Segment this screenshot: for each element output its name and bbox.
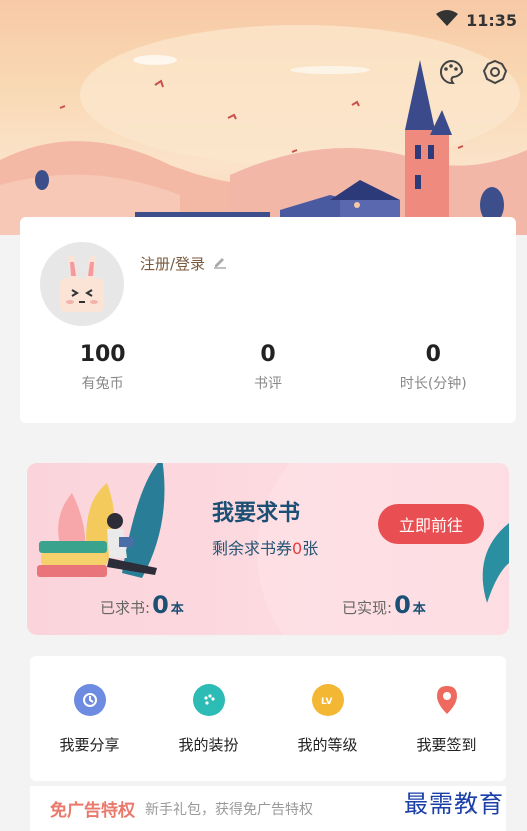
- go-now-button[interactable]: 立即前往: [378, 504, 484, 544]
- stat-value: 100: [79, 342, 126, 367]
- request-book-subtitle: 剩余求书券0张: [212, 535, 318, 559]
- request-book-banner[interactable]: 我要求书 剩余求书券0张 立即前往 已求书: 0 本 已实现: 0 本: [27, 463, 509, 635]
- ad-free-tag: 免广告特权: [50, 801, 135, 821]
- fulfilled-unit: 本: [412, 602, 426, 617]
- fulfilled-value: 0: [394, 591, 411, 619]
- status-bar: 11:35: [436, 10, 517, 30]
- request-book-title: 我要求书: [212, 501, 301, 526]
- requested-label: 已求书:: [100, 599, 151, 617]
- shortcut-label: 我的装扮: [178, 736, 239, 754]
- share-icon: [73, 684, 106, 716]
- location-icon: [431, 684, 463, 716]
- town-scene-illustration: [0, 25, 527, 235]
- subtitle-count: 0: [292, 539, 303, 558]
- stat-label: 有兔币: [81, 376, 124, 392]
- stat-label: 时长(分钟): [399, 376, 467, 392]
- stat-coins[interactable]: 100 有兔币: [20, 342, 185, 393]
- stat-value: 0: [425, 342, 441, 367]
- shortcut-dressup[interactable]: 我的装扮: [149, 656, 268, 781]
- login-link[interactable]: 注册/登录: [140, 253, 227, 274]
- shortcut-checkin[interactable]: 我要签到: [387, 656, 506, 781]
- profile-card: 注册/登录 100 有兔币 0 书评 0 时长(分钟): [20, 217, 516, 423]
- header-illustration: [0, 0, 527, 235]
- stat-label: 书评: [253, 376, 282, 392]
- status-time: 11:35: [466, 10, 517, 30]
- subtitle-prefix: 剩余求书券: [212, 539, 293, 558]
- shortcut-label: 我要分享: [59, 736, 120, 754]
- shortcut-grid: 我要分享 我的装扮 LV 我的等级 我要签到: [30, 656, 506, 781]
- stat-duration[interactable]: 0 时长(分钟): [351, 342, 516, 393]
- shortcut-label: 我要签到: [416, 736, 477, 754]
- pencil-icon: [213, 255, 227, 273]
- avatar[interactable]: [40, 242, 124, 326]
- subtitle-suffix: 张: [302, 539, 319, 558]
- shortcut-share[interactable]: 我要分享: [30, 656, 149, 781]
- settings-icon[interactable]: [481, 58, 509, 86]
- fulfilled-count: 已实现: 0 本: [342, 591, 426, 619]
- stat-reviews[interactable]: 0 书评: [185, 342, 350, 393]
- shortcut-label: 我的等级: [297, 736, 358, 754]
- requested-value: 0: [152, 591, 169, 619]
- requested-count: 已求书: 0 本: [100, 591, 184, 619]
- level-icon: LV: [311, 684, 344, 716]
- watermark: 最需教育: [404, 790, 504, 818]
- wifi-icon: [436, 10, 459, 30]
- stat-value: 0: [260, 342, 276, 367]
- palette-icon[interactable]: [437, 58, 465, 86]
- login-label: 注册/登录: [140, 255, 206, 273]
- shortcut-level[interactable]: LV 我的等级: [268, 656, 387, 781]
- header-actions: [437, 58, 509, 86]
- requested-unit: 本: [170, 602, 184, 617]
- svg-text:LV: LV: [321, 697, 332, 707]
- palette-icon: [192, 684, 225, 716]
- ad-free-desc: 新手礼包，获得免广告特权: [145, 801, 313, 818]
- profile-stats: 100 有兔币 0 书评 0 时长(分钟): [20, 342, 516, 393]
- fulfilled-label: 已实现:: [342, 599, 393, 617]
